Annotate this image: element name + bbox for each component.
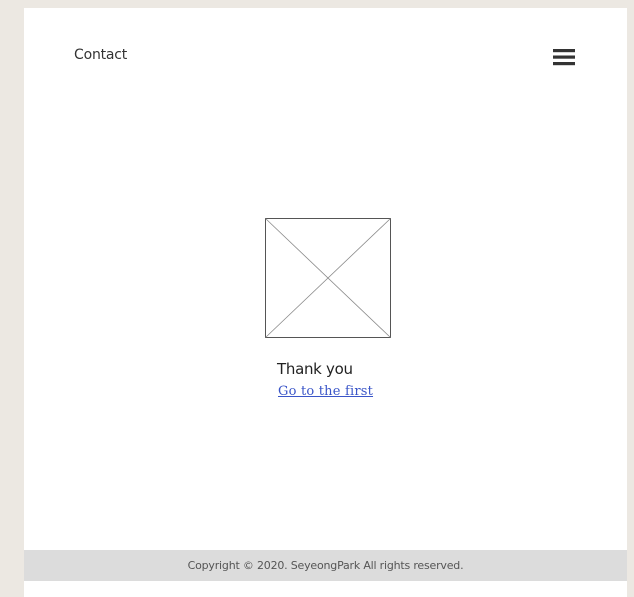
image-placeholder-icon (265, 218, 391, 338)
header: Contact (24, 8, 627, 104)
go-to-first-link[interactable]: Go to the first (278, 384, 373, 399)
main-content: Thank you Go to the first (24, 104, 627, 550)
page-container: Contact Thank you Go to the first Copyri… (24, 8, 627, 597)
page-title: Contact (74, 47, 128, 63)
hamburger-menu-icon (553, 49, 575, 66)
footer: Copyright © 2020. SeyeongPark All rights… (24, 550, 627, 581)
menu-button[interactable] (551, 46, 577, 68)
copyright-text: Copyright © 2020. SeyeongPark All rights… (187, 559, 464, 572)
thank-you-message: Thank you (277, 360, 353, 378)
image-placeholder (265, 218, 391, 338)
